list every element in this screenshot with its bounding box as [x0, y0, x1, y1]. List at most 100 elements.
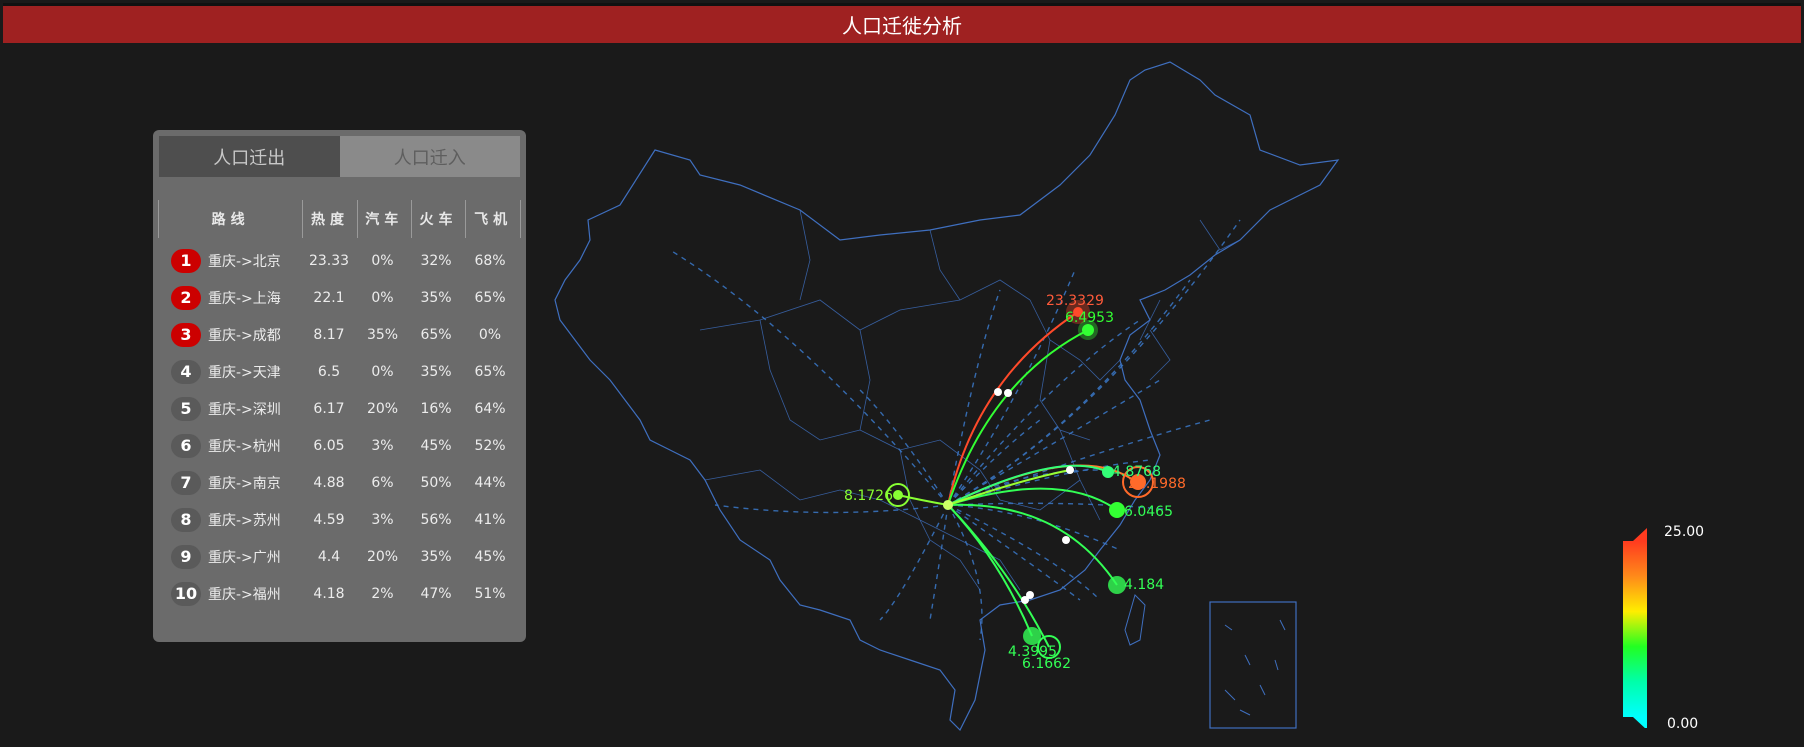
col-car: 汽车 [356, 200, 411, 238]
line-fuzhou [947, 503, 1118, 586]
rank-badge: 8 [171, 507, 201, 532]
route-cell: 9 重庆->广州 [158, 544, 302, 569]
rank-badge: 6 [171, 433, 201, 458]
table-row[interactable]: 3 重庆->成都 8.17 35% 65% 0% [158, 316, 521, 353]
legend-min: 0.00 [1667, 716, 1699, 732]
table-row[interactable]: 5 重庆->深圳 6.17 20% 16% 64% [158, 390, 521, 427]
table-row[interactable]: 8 重庆->苏州 4.59 3% 56% 41% [158, 501, 521, 538]
route-label: 重庆->深圳 [208, 401, 281, 418]
plane-share: 64% [474, 400, 506, 417]
province-borders [699, 209, 1241, 591]
label-hangzhou: 6.0465 [1124, 504, 1173, 520]
plane-share: 44% [474, 474, 506, 491]
table-body: 1 重庆->北京 23.33 0% 32% 68% 2 重庆->上海 22.1 0% 35% 65% 3… [158, 242, 521, 612]
route-cell: 10 重庆->福州 [158, 581, 302, 606]
heat-value: 4.88 [313, 474, 345, 491]
route-cell: 8 重庆->苏州 [158, 507, 302, 532]
label-tianjin: 6.4953 [1065, 310, 1114, 326]
route-cell: 6 重庆->杭州 [158, 433, 302, 458]
marker-origin-chongqing [943, 500, 953, 510]
table-row[interactable]: 4 重庆->天津 6.5 0% 35% 65% [158, 353, 521, 390]
route-label: 重庆->福州 [208, 586, 281, 603]
tab-in-migration[interactable]: 人口迁入 [339, 136, 520, 177]
line-shenzhen [947, 504, 1050, 648]
train-share: 47% [420, 585, 452, 602]
plane-share: 41% [474, 511, 506, 528]
car-share: 3% [371, 511, 394, 528]
migration-tabs: 人口迁出 人口迁入 [159, 136, 520, 177]
plane-share: 68% [474, 252, 506, 269]
marker-hangzhou [1109, 502, 1125, 518]
rank-badge: 1 [171, 248, 201, 273]
route-label: 重庆->杭州 [208, 438, 281, 455]
legend-handles [1633, 528, 1647, 728]
car-share: 0% [371, 363, 394, 380]
label-shanghai: 22.1988 [1128, 476, 1186, 492]
train-share: 35% [420, 289, 452, 306]
plane-share: 0% [478, 326, 502, 343]
line-guangzhou [947, 504, 1033, 637]
rank-badge: 4 [171, 359, 201, 384]
heat-value: 23.33 [308, 252, 350, 269]
rank-badge: 2 [171, 285, 201, 310]
route-label: 重庆->苏州 [208, 512, 281, 529]
heat-value: 22.1 [313, 289, 345, 306]
route-label: 重庆->广州 [208, 549, 281, 566]
plane-share: 65% [474, 289, 506, 306]
route-label: 重庆->成都 [208, 327, 281, 344]
car-share: 3% [371, 437, 394, 454]
col-train: 火车 [410, 200, 466, 238]
label-shenzhen: 6.1662 [1022, 656, 1071, 672]
plane-share: 52% [474, 437, 506, 454]
car-share: 2% [371, 585, 394, 602]
table-row[interactable]: 9 重庆->广州 4.4 20% 35% 45% [158, 538, 521, 575]
train-share: 56% [420, 511, 452, 528]
heat-value: 6.05 [313, 437, 345, 454]
route-cell: 4 重庆->天津 [158, 359, 302, 384]
south-china-sea-inset [1209, 601, 1297, 729]
tab-out-migration[interactable]: 人口迁出 [159, 136, 340, 177]
car-share: 6% [371, 474, 394, 491]
label-chengdu: 8.1726 [844, 488, 893, 504]
label-beijing: 23.3329 [1046, 293, 1104, 309]
china-outline [554, 61, 1340, 732]
car-share: 20% [366, 548, 399, 565]
route-cell: 2 重庆->上海 [158, 285, 302, 310]
heat-value: 8.17 [313, 326, 345, 343]
route-cell: 7 重庆->南京 [158, 470, 302, 495]
heat-value: 4.59 [313, 511, 345, 528]
train-share: 65% [420, 326, 452, 343]
taiwan-outline [1124, 594, 1146, 646]
table-row[interactable]: 1 重庆->北京 23.33 0% 32% 68% [158, 242, 521, 279]
plane-share: 45% [474, 548, 506, 565]
table-row[interactable]: 7 重庆->南京 4.88 6% 50% 44% [158, 464, 521, 501]
table-row[interactable]: 10 重庆->福州 4.18 2% 47% 51% [158, 575, 521, 612]
route-cell: 3 重庆->成都 [158, 322, 302, 347]
train-share: 45% [420, 437, 452, 454]
train-share: 16% [420, 400, 452, 417]
route-cell: 1 重庆->北京 [158, 248, 302, 273]
rank-badge: 5 [171, 396, 201, 421]
route-cell: 5 重庆->深圳 [158, 396, 302, 421]
table-row[interactable]: 6 重庆->杭州 6.05 3% 45% 52% [158, 427, 521, 464]
car-share: 35% [366, 326, 399, 343]
table-row[interactable]: 2 重庆->上海 22.1 0% 35% 65% [158, 279, 521, 316]
rank-badge: 10 [171, 581, 201, 606]
train-share: 35% [420, 363, 452, 380]
plane-share: 65% [474, 363, 506, 380]
col-plane: 飞机 [465, 200, 522, 238]
route-label: 重庆->天津 [208, 364, 281, 381]
heat-value: 6.5 [317, 363, 341, 380]
plane-share: 51% [474, 585, 506, 602]
migration-panel: 人口迁出 人口迁入 路线 热度 汽车 火车 飞机 1 重庆->北京 23.33 0% 3… [153, 130, 526, 642]
legend-max: 25.00 [1664, 524, 1705, 540]
rank-badge: 9 [171, 544, 201, 569]
car-share: 0% [371, 289, 394, 306]
route-label: 重庆->上海 [208, 290, 281, 307]
train-share: 35% [420, 548, 452, 565]
route-label: 重庆->南京 [208, 475, 281, 492]
train-share: 50% [420, 474, 452, 491]
heat-value: 6.17 [313, 400, 345, 417]
table-header: 路线 热度 汽车 火车 飞机 [158, 200, 522, 238]
line-hangzhou [947, 487, 1118, 511]
